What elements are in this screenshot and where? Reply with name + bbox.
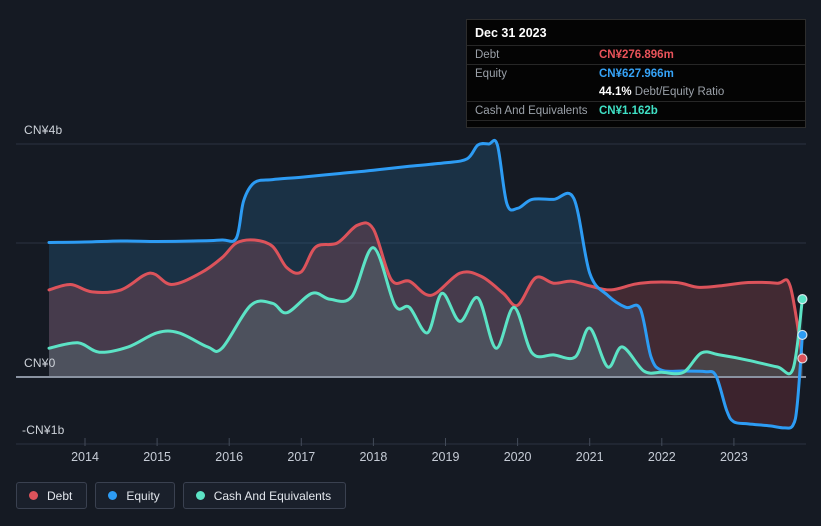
tooltip-ratio: 44.1% Debt/Equity Ratio	[599, 86, 725, 98]
tooltip-debt-value: CN¥276.896m	[599, 49, 674, 61]
tooltip-cash-label: Cash And Equivalents	[475, 105, 588, 117]
x-axis-label-2019: 2019	[432, 450, 460, 464]
cash-dot-icon	[195, 491, 205, 500]
x-axis-label-2018: 2018	[359, 450, 387, 464]
legend-debt-label: Debt	[47, 488, 73, 503]
tooltip-row-cash: Cash And Equivalents CN¥1.162b	[467, 101, 805, 121]
x-axis-label-2022: 2022	[648, 450, 676, 464]
cash-end-dot[interactable]	[797, 294, 808, 305]
equity-dot-icon	[108, 491, 118, 500]
legend-cash-label: Cash And Equivalents	[213, 488, 332, 503]
legend-equity-label: Equity	[126, 488, 160, 503]
equity-end-dot[interactable]	[797, 329, 808, 341]
debt-dot-icon	[29, 491, 38, 500]
legend-item-cash[interactable]: Cash And Equivalents	[182, 482, 347, 509]
x-axis-label-2023: 2023	[720, 450, 748, 464]
debt-end-dot[interactable]	[797, 353, 808, 364]
legend-item-debt[interactable]: Debt	[16, 482, 88, 509]
tooltip-row-equity: Equity CN¥627.966m	[467, 64, 805, 83]
x-axis-label-2016: 2016	[215, 450, 243, 464]
x-axis-label-2017: 2017	[287, 450, 315, 464]
tooltip-debt-label: Debt	[475, 49, 500, 61]
legend-item-equity[interactable]: Equity	[95, 482, 175, 509]
y-axis-label-4b: CN¥4b	[24, 123, 63, 137]
chart-tooltip: Dec 31 2023 Debt CN¥276.896m Equity CN¥6…	[466, 19, 806, 128]
tooltip-equity-value: CN¥627.966m	[599, 68, 674, 80]
tooltip-row-ratio: 44.1% Debt/Equity Ratio	[467, 83, 805, 101]
x-axis-label-2020: 2020	[504, 450, 532, 464]
tooltip-date: Dec 31 2023	[475, 26, 547, 40]
chart-legend: Debt Equity Cash And Equivalents	[16, 482, 347, 509]
tooltip-row-debt: Debt CN¥276.896m	[467, 45, 805, 64]
x-axis-label-2015: 2015	[143, 450, 171, 464]
tooltip-equity-label: Equity	[475, 68, 507, 80]
y-axis-label-0: CN¥0	[24, 356, 56, 370]
x-axis-label-2014: 2014	[71, 450, 99, 464]
x-axis-label-2021: 2021	[576, 450, 604, 464]
y-axis-label-neg1b: -CN¥1b	[22, 423, 65, 437]
tooltip-cash-value: CN¥1.162b	[599, 105, 658, 117]
